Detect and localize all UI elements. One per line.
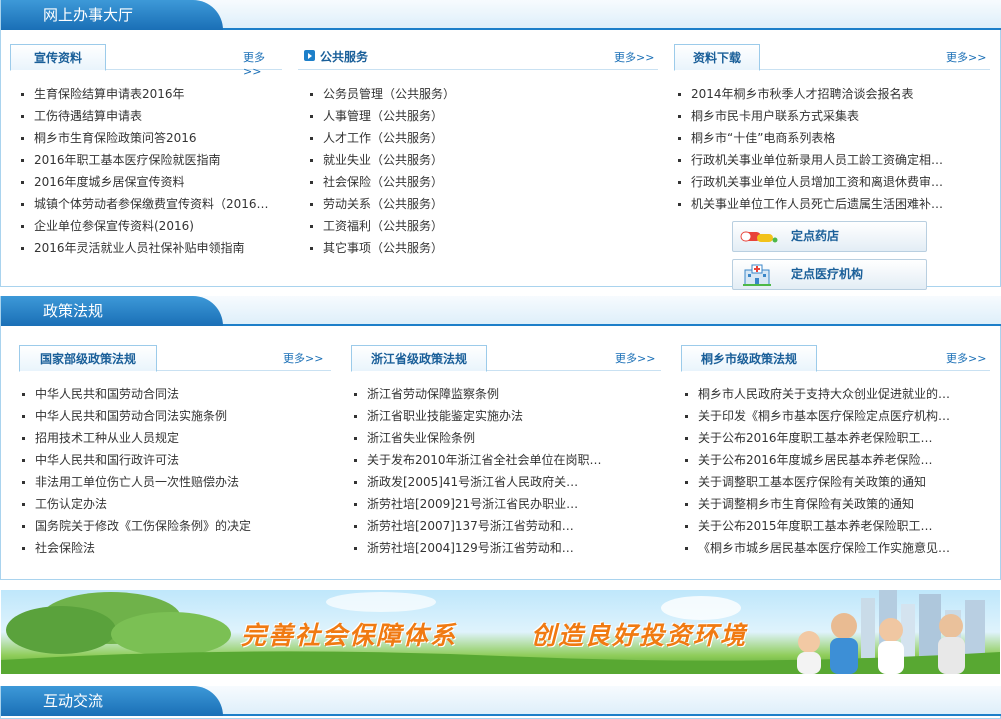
list-item[interactable]: 关于公布2016年度城乡居民基本养老保险… [682, 449, 960, 471]
tab-downloads[interactable]: 资料下载 [674, 44, 760, 71]
list-item[interactable]: 关于调整桐乡市生育保险有关政策的通知 [682, 493, 960, 515]
list-item[interactable]: 桐乡市生育保险政策问答2016 [18, 127, 280, 149]
tab-national-policy[interactable]: 国家部级政策法规 [19, 345, 157, 372]
list-item[interactable]: 劳动关系（公共服务） [307, 193, 647, 215]
banner-slogan-left: 完善社会保障体系 [241, 621, 458, 650]
list-item[interactable]: 社会保险法 [19, 537, 324, 559]
section-header: 政策法规 [1, 296, 1001, 326]
provincial-policy-list: 浙江省劳动保障监察条例 浙江省职业技能鉴定实施办法 浙江省失业保险条例 关于发布… [351, 383, 613, 559]
list-item[interactable]: 桐乡市民卡用户联系方式采集表 [675, 105, 953, 127]
pharmacy-button-label: 定点药店 [791, 229, 840, 243]
list-item[interactable]: 公务员管理（公共服务） [307, 83, 647, 105]
list-item[interactable]: 浙江省劳动保障监察条例 [351, 383, 613, 405]
list-item[interactable]: 中华人民共和国劳动合同法实施条例 [19, 405, 324, 427]
list-item[interactable]: 浙劳社培[2004]129号浙江省劳动和… [351, 537, 613, 559]
list-item[interactable]: 行政机关事业单位新录用人员工龄工资确定相… [675, 149, 953, 171]
list-item[interactable]: 企业单位参保宣传资料(2016) [18, 215, 280, 237]
designated-medical-institution-button[interactable]: 定点医疗机构 [732, 259, 927, 290]
municipal-more-link[interactable]: 更多>> [946, 350, 986, 366]
public-service-column: 公共服务 更多>> 公务员管理（公共服务） 人事管理（公共服务） 人才工作（公共… [298, 42, 658, 272]
tab-public-service[interactable]: 公共服务 [320, 48, 368, 65]
online-services-section: 网上办事大厅 宣传资料 更多>> 生育保险结算申请表2016年 工伤待遇结算申请… [0, 0, 1001, 290]
municipal-policy-list: 桐乡市人民政府关于支持大众创业促进就业的… 关于印发《桐乡市基本医疗保险定点医疗… [682, 383, 960, 559]
arrow-square-icon [304, 50, 315, 61]
interaction-section: 互动交流 [0, 686, 1001, 719]
tab-publicity[interactable]: 宣传资料 [10, 44, 106, 71]
list-item[interactable]: 机关事业单位工作人员死亡后遗属生活困难补… [675, 193, 953, 215]
list-item[interactable]: 工资福利（公共服务） [307, 215, 647, 237]
list-item[interactable]: 桐乡市人民政府关于支持大众创业促进就业的… [682, 383, 960, 405]
tab-provincial-policy[interactable]: 浙江省级政策法规 [351, 345, 487, 372]
publicity-more-link[interactable]: 更多>> [243, 49, 282, 78]
list-item[interactable]: 关于印发《桐乡市基本医疗保险定点医疗机构… [682, 405, 960, 427]
section-title: 网上办事大厅 [1, 0, 223, 30]
list-item[interactable]: 社会保险（公共服务） [307, 171, 647, 193]
banner-slogan-right: 创造良好投资环境 [531, 621, 748, 650]
pill-icon [740, 231, 778, 243]
tab-municipal-policy[interactable]: 桐乡市级政策法规 [681, 345, 817, 372]
banner-scenery-image [1, 590, 1000, 674]
list-item[interactable]: 桐乡市“十佳”电商系列表格 [675, 127, 953, 149]
section-title: 政策法规 [1, 296, 223, 326]
provincial-policy-column: 浙江省级政策法规 更多>> 浙江省劳动保障监察条例 浙江省职业技能鉴定实施办法 … [351, 343, 661, 568]
medical-button-label: 定点医疗机构 [791, 267, 864, 281]
section-header: 网上办事大厅 [1, 0, 1001, 30]
national-more-link[interactable]: 更多>> [283, 350, 323, 366]
list-item[interactable]: 国务院关于修改《工伤保险条例》的决定 [19, 515, 324, 537]
downloads-list: 2014年桐乡市秋季人才招聘洽谈会报名表 桐乡市民卡用户联系方式采集表 桐乡市“… [675, 83, 953, 215]
public-service-more-link[interactable]: 更多>> [614, 49, 654, 65]
column-header: 宣传资料 更多>> [10, 42, 282, 78]
list-item[interactable]: 就业失业（公共服务） [307, 149, 647, 171]
list-item[interactable]: 生育保险结算申请表2016年 [18, 83, 280, 105]
list-item[interactable]: 关于调整职工基本医疗保险有关政策的通知 [682, 471, 960, 493]
list-item[interactable]: 浙江省职业技能鉴定实施办法 [351, 405, 613, 427]
list-item[interactable]: 人才工作（公共服务） [307, 127, 647, 149]
list-item[interactable]: 浙劳社培[2009]21号浙江省民办职业… [351, 493, 613, 515]
national-policy-column: 国家部级政策法规 更多>> 中华人民共和国劳动合同法 中华人民共和国劳动合同法实… [19, 343, 331, 568]
column-header: 公共服务 更多>> [298, 42, 658, 70]
list-item[interactable]: 2016年度城乡居保宣传资料 [18, 171, 280, 193]
list-item[interactable]: 行政机关事业单位人员增加工资和离退休费审… [675, 171, 953, 193]
list-item[interactable]: 浙劳社培[2007]137号浙江省劳动和… [351, 515, 613, 537]
list-item[interactable]: 2014年桐乡市秋季人才招聘洽谈会报名表 [675, 83, 953, 105]
list-item[interactable]: 浙政发[2005]41号浙江省人民政府关… [351, 471, 613, 493]
downloads-column: 资料下载 更多>> 2014年桐乡市秋季人才招聘洽谈会报名表 桐乡市民卡用户联系… [674, 42, 990, 290]
list-item[interactable]: 关于发布2010年浙江省全社会单位在岗职… [351, 449, 613, 471]
provincial-more-link[interactable]: 更多>> [615, 350, 655, 366]
policy-section: 政策法规 国家部级政策法规 更多>> 中华人民共和国劳动合同法 中华人民共和国劳… [0, 296, 1001, 580]
list-item[interactable]: 招用技术工种从业人员规定 [19, 427, 324, 449]
downloads-more-link[interactable]: 更多>> [946, 49, 986, 65]
list-item[interactable]: 工伤认定办法 [19, 493, 324, 515]
designated-pharmacy-button[interactable]: 定点药店 [732, 221, 927, 252]
list-item[interactable]: 中华人民共和国劳动合同法 [19, 383, 324, 405]
publicity-column: 宣传资料 更多>> 生育保险结算申请表2016年 工伤待遇结算申请表 桐乡市生育… [10, 42, 282, 272]
list-item[interactable]: 2016年灵活就业人员社保补贴申领指南 [18, 237, 280, 259]
hospital-icon [743, 264, 771, 286]
list-item[interactable]: 《桐乡市城乡居民基本医疗保险工作实施意见… [682, 537, 960, 559]
column-header: 浙江省级政策法规 更多>> [351, 343, 661, 372]
column-header: 资料下载 更多>> [674, 42, 990, 71]
public-service-list: 公务员管理（公共服务） 人事管理（公共服务） 人才工作（公共服务） 就业失业（公… [307, 83, 647, 259]
municipal-policy-column: 桐乡市级政策法规 更多>> 桐乡市人民政府关于支持大众创业促进就业的… 关于印发… [681, 343, 990, 568]
social-security-banner[interactable]: 完善社会保障体系 创造良好投资环境 [1, 590, 1000, 674]
publicity-list: 生育保险结算申请表2016年 工伤待遇结算申请表 桐乡市生育保险政策问答2016… [18, 83, 280, 259]
section-header: 互动交流 [1, 686, 1001, 716]
list-item[interactable]: 浙江省失业保险条例 [351, 427, 613, 449]
national-policy-list: 中华人民共和国劳动合同法 中华人民共和国劳动合同法实施条例 招用技术工种从业人员… [19, 383, 324, 559]
list-item[interactable]: 中华人民共和国行政许可法 [19, 449, 324, 471]
list-item[interactable]: 其它事项（公共服务） [307, 237, 647, 259]
section-title: 互动交流 [1, 686, 223, 716]
list-item[interactable]: 工伤待遇结算申请表 [18, 105, 280, 127]
list-item[interactable]: 2016年职工基本医疗保险就医指南 [18, 149, 280, 171]
list-item[interactable]: 非法用工单位伤亡人员一次性赔偿办法 [19, 471, 324, 493]
list-item[interactable]: 人事管理（公共服务） [307, 105, 647, 127]
column-header: 桐乡市级政策法规 更多>> [681, 343, 990, 372]
list-item[interactable]: 关于公布2015年度职工基本养老保险职工… [682, 515, 960, 537]
column-header: 国家部级政策法规 更多>> [19, 343, 331, 372]
list-item[interactable]: 城镇个体劳动者参保缴费宣传资料（2016… [18, 193, 280, 215]
list-item[interactable]: 关于公布2016年度职工基本养老保险职工… [682, 427, 960, 449]
